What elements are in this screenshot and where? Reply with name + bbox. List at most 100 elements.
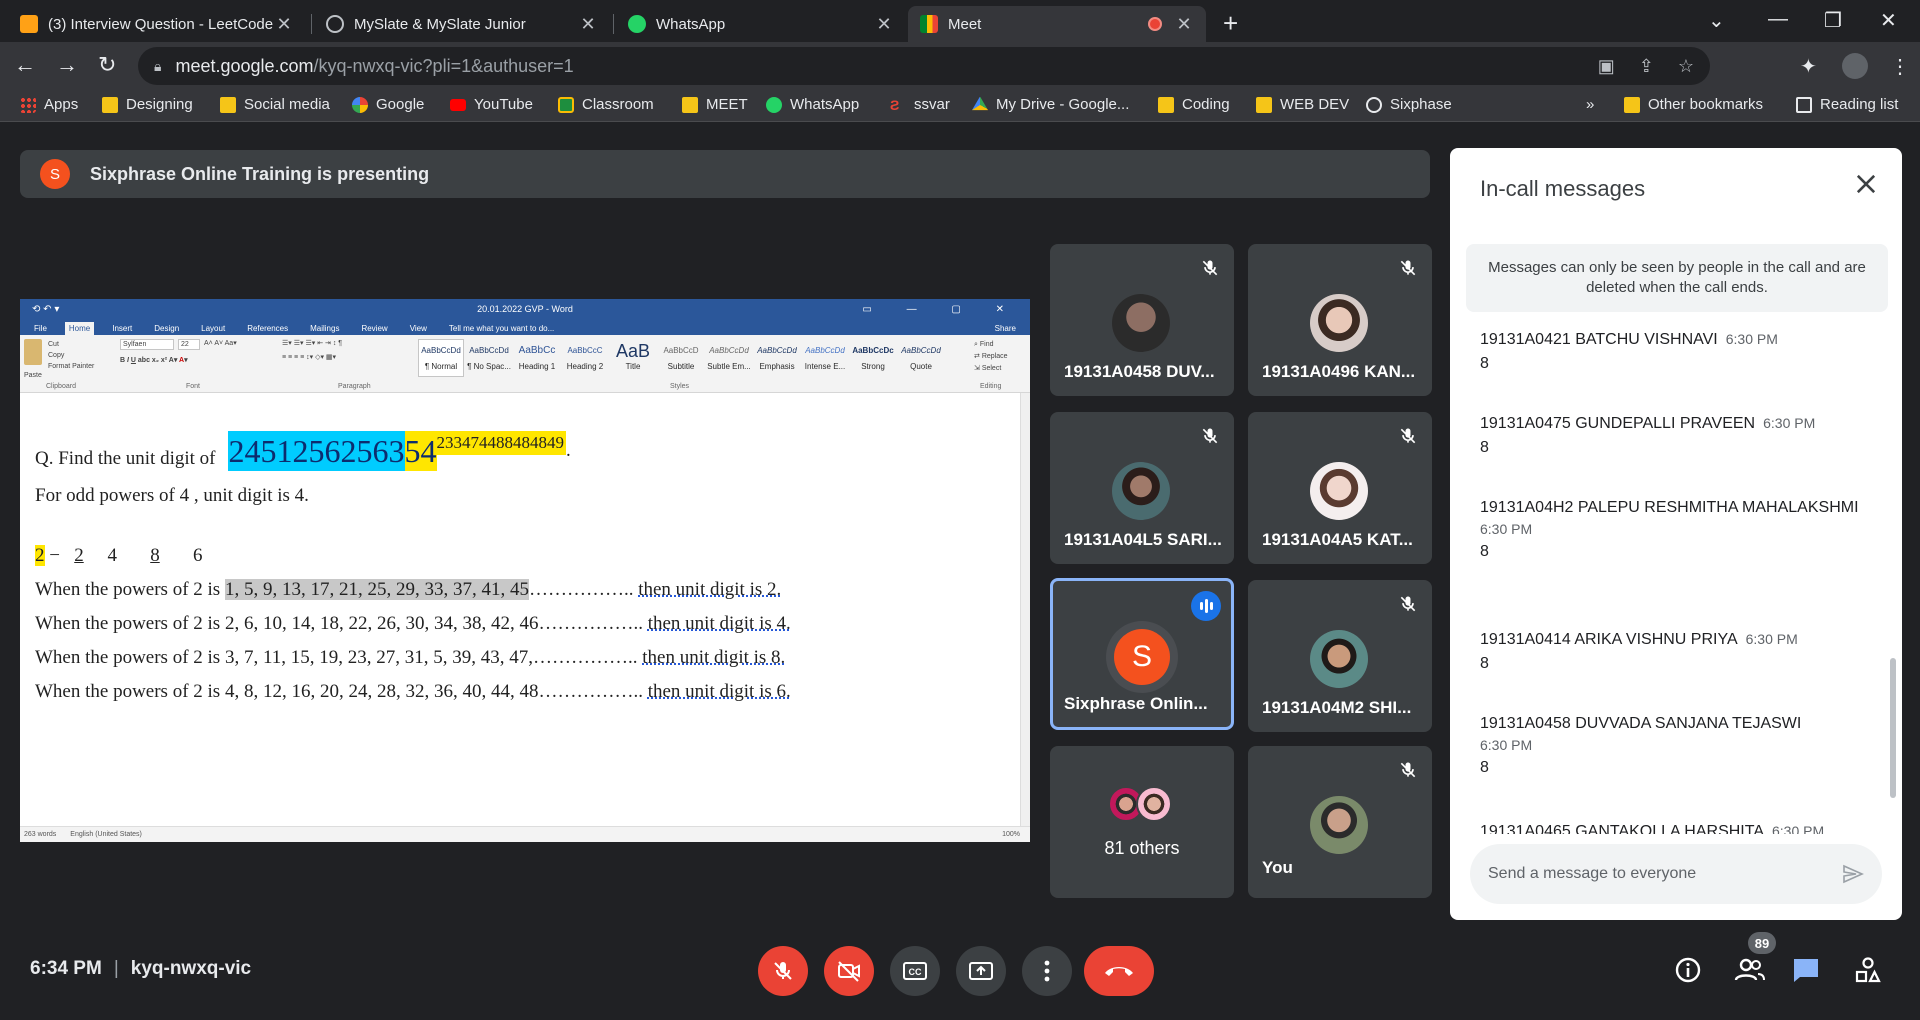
minimize-button[interactable]: — bbox=[1768, 8, 1788, 31]
extensions-icon[interactable]: ✦ bbox=[1800, 54, 1817, 79]
meeting-details-button[interactable] bbox=[1668, 948, 1708, 992]
message-text: 8 bbox=[1480, 543, 1489, 560]
chat-input[interactable]: Send a message to everyone bbox=[1470, 844, 1882, 904]
send-icon[interactable] bbox=[1840, 862, 1866, 886]
participant-tile-presenter[interactable]: S Sixphrase Onlin... bbox=[1050, 578, 1234, 730]
rule-post: then unit digit is 4. bbox=[647, 613, 791, 634]
share-icon[interactable]: ⇪ bbox=[1639, 56, 1654, 77]
tab-meet[interactable]: Meet ✕ bbox=[908, 6, 1206, 42]
rule-dots: …………….. bbox=[538, 681, 643, 702]
participant-tile[interactable]: 19131A04M2 SHI... bbox=[1248, 580, 1432, 732]
chat-message-list[interactable]: 19131A0421 BATCHU VISHNAVI 6:30 PM 8 1913… bbox=[1450, 328, 1902, 834]
message-sender: 19131A0465 GANTAKOLLA HARSHITA bbox=[1480, 823, 1764, 834]
participant-tile[interactable]: 19131A04L5 SARI... bbox=[1050, 412, 1234, 564]
bookmark-google[interactable]: Google bbox=[352, 96, 424, 113]
window-close-button[interactable]: ✕ bbox=[1880, 8, 1897, 33]
address-bar[interactable]: 🔒︎ meet.google.com/kyq-nwxq-vic?pli=1&au… bbox=[138, 47, 1710, 85]
style-sample: AaBbCcDd bbox=[469, 346, 509, 355]
tab-label: WhatsApp bbox=[656, 15, 726, 33]
word-tab: Layout bbox=[201, 324, 226, 333]
bookmark-classroom[interactable]: Classroom bbox=[558, 96, 654, 113]
close-icon[interactable]: ✕ bbox=[874, 14, 894, 35]
rule-dots: …………….. bbox=[538, 613, 643, 634]
present-screen-icon bbox=[969, 962, 993, 980]
presenting-text: Sixphrase Online Training is presenting bbox=[90, 163, 430, 184]
bookmark-web-dev[interactable]: WEB DEV bbox=[1256, 96, 1349, 113]
captions-button[interactable]: CC bbox=[890, 946, 940, 996]
rule-dots: …………….. bbox=[533, 647, 638, 668]
participant-avatar bbox=[1112, 462, 1170, 520]
cycle-value: 6 bbox=[192, 545, 203, 566]
tab-label: (3) Interview Question - LeetCode bbox=[48, 15, 274, 33]
profile-avatar[interactable] bbox=[1842, 53, 1868, 79]
activities-button[interactable] bbox=[1848, 948, 1888, 992]
close-icon[interactable]: ✕ bbox=[578, 14, 598, 35]
tab-whatsapp[interactable]: WhatsApp ✕ bbox=[616, 6, 906, 42]
participant-tile[interactable]: 19131A04A5 KAT... bbox=[1248, 412, 1432, 564]
chat-input-placeholder: Send a message to everyone bbox=[1488, 865, 1697, 882]
whatsapp-icon bbox=[628, 15, 646, 33]
restore-button[interactable]: ❐ bbox=[1824, 8, 1842, 33]
meeting-code: kyq-nwxq-vic bbox=[130, 958, 252, 979]
bookmark-ssvar[interactable]: Ƨssvar bbox=[890, 96, 950, 113]
paste-label: Paste bbox=[24, 372, 42, 379]
participant-tile[interactable]: 19131A0496 KAN... bbox=[1248, 244, 1432, 396]
close-icon[interactable]: ✕ bbox=[274, 14, 294, 35]
close-icon[interactable]: ✕ bbox=[1174, 14, 1194, 35]
bookmark-whatsapp[interactable]: WhatsApp bbox=[766, 96, 859, 113]
participant-tile[interactable]: 19131A0458 DUV... bbox=[1050, 244, 1234, 396]
bookmark-apps[interactable]: Apps bbox=[20, 96, 78, 113]
folder-icon bbox=[1158, 96, 1174, 113]
bookmark-youtube[interactable]: YouTube bbox=[450, 96, 533, 113]
more-options-button[interactable] bbox=[1022, 946, 1072, 996]
bookmark-meet[interactable]: MEET bbox=[682, 96, 748, 113]
message-time: 6:30 PM bbox=[1480, 737, 1533, 753]
back-arrow-icon[interactable]: ← bbox=[14, 52, 36, 78]
style-sample: AaBbCcDd bbox=[709, 346, 749, 355]
cycle-value: 4 bbox=[107, 545, 117, 566]
self-tile[interactable]: You bbox=[1248, 746, 1432, 898]
tab-leetcode[interactable]: (3) Interview Question - LeetCode ✕ bbox=[8, 6, 306, 42]
tab-myslate[interactable]: MySlate & MySlate Junior ✕ bbox=[314, 6, 610, 42]
presenter-avatar: S bbox=[40, 159, 70, 189]
new-tab-button[interactable]: + bbox=[1223, 8, 1238, 39]
bookmark-my-drive[interactable]: My Drive - Google... bbox=[972, 96, 1129, 113]
reload-icon[interactable]: ↻ bbox=[98, 52, 116, 78]
camera-toggle-button[interactable] bbox=[824, 946, 874, 996]
style-no-spacing: AaBbCcDd ¶ No Spac... bbox=[466, 339, 512, 377]
bookmarks-overflow-button[interactable]: » bbox=[1586, 96, 1594, 113]
style-sample: AaBbCcD bbox=[663, 346, 699, 355]
mic-toggle-button[interactable] bbox=[758, 946, 808, 996]
bookmark-label: Coding bbox=[1182, 96, 1230, 113]
chat-scrollbar[interactable] bbox=[1890, 658, 1896, 798]
bookmark-star-icon[interactable]: ☆ bbox=[1678, 56, 1694, 77]
participant-avatar bbox=[1310, 630, 1368, 688]
bookmark-coding[interactable]: Coding bbox=[1158, 96, 1230, 113]
people-button[interactable] bbox=[1730, 948, 1770, 992]
chat-message: 19131A0465 GANTAKOLLA HARSHITA 6:30 PM bbox=[1480, 820, 1860, 834]
globe-icon bbox=[1366, 96, 1382, 113]
word-tell-me: Tell me what you want to do... bbox=[448, 324, 555, 333]
url-path: /kyq-nwxq-vic?pli=1&authuser=1 bbox=[313, 55, 574, 76]
bookmark-social-media[interactable]: Social media bbox=[220, 96, 330, 113]
camera-blocked-icon[interactable]: ▣ bbox=[1598, 56, 1615, 77]
style-heading-2: AaBbCcC Heading 2 bbox=[562, 339, 608, 377]
bookmark-sixphase[interactable]: Sixphase bbox=[1366, 96, 1452, 113]
message-text: 8 bbox=[1480, 355, 1489, 372]
leave-call-button[interactable] bbox=[1084, 946, 1154, 996]
word-tab: File bbox=[34, 324, 47, 333]
editing-group: ⌕ Find ⇄ Replace ⇲ Select bbox=[974, 339, 1008, 375]
word-tab: Mailings bbox=[310, 324, 340, 333]
tab-search-icon[interactable]: ⌄ bbox=[1708, 8, 1725, 33]
bookmark-designing[interactable]: Designing bbox=[102, 96, 193, 113]
chat-button[interactable] bbox=[1786, 948, 1826, 992]
rule-post: then unit digit is 2. bbox=[638, 579, 782, 600]
bookmark-other[interactable]: Other bookmarks bbox=[1624, 96, 1763, 113]
rule-pre: When the powers of 2 is bbox=[35, 579, 225, 600]
menu-dots-icon[interactable]: ⋮ bbox=[1890, 54, 1910, 79]
reading-list-button[interactable]: Reading list bbox=[1796, 96, 1898, 113]
present-button[interactable] bbox=[956, 946, 1006, 996]
close-icon[interactable] bbox=[1852, 170, 1880, 198]
forward-arrow-icon[interactable]: → bbox=[56, 52, 78, 78]
others-tile[interactable]: 81 others bbox=[1050, 746, 1234, 898]
